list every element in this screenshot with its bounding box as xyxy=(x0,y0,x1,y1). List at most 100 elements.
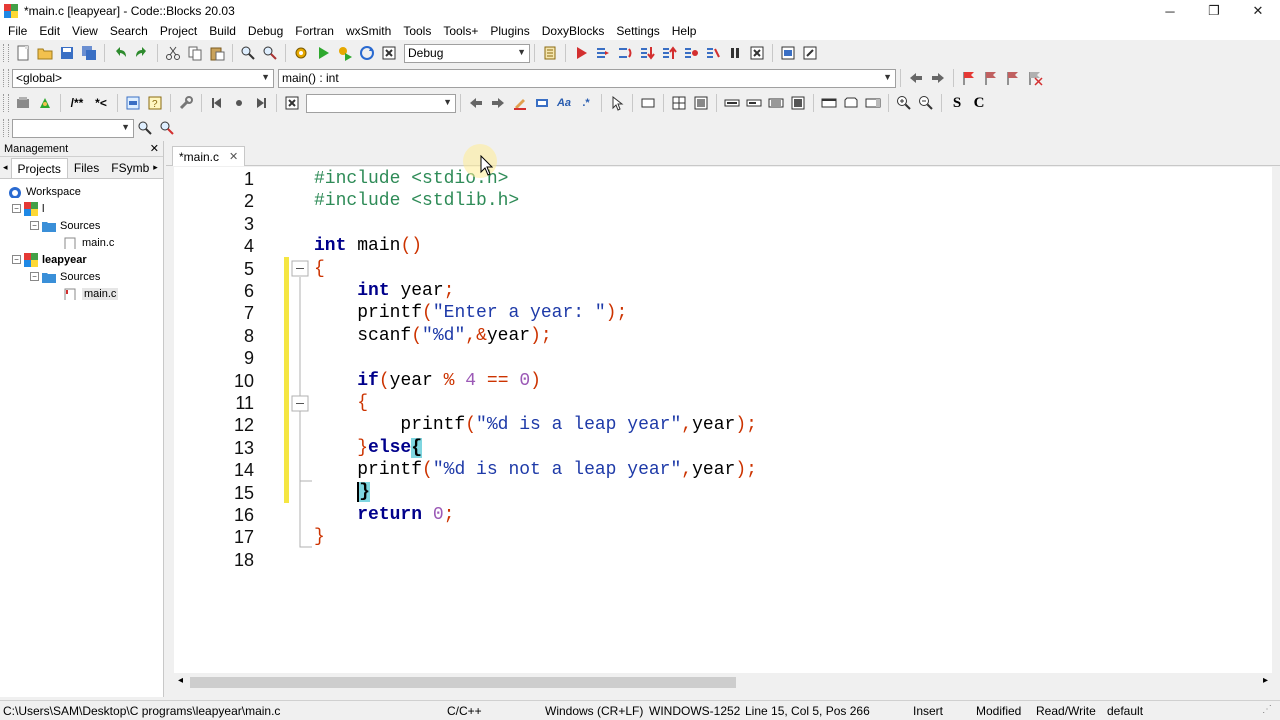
tree-file-main-leapyear[interactable]: main.c xyxy=(0,285,163,302)
save-icon[interactable] xyxy=(57,43,77,63)
scroll-right-icon[interactable]: ▸ xyxy=(1263,675,1268,686)
code-line[interactable]: #include <stdlib.h> xyxy=(314,190,757,212)
wx-button-icon[interactable] xyxy=(722,93,742,113)
tree-project-leapyear[interactable]: − leapyear xyxy=(0,251,163,268)
cut-icon[interactable] xyxy=(163,43,183,63)
save-all-icon[interactable] xyxy=(79,43,99,63)
menu-tools-plus[interactable]: Tools+ xyxy=(437,22,484,40)
replace-icon[interactable] xyxy=(260,43,280,63)
record-dot-icon[interactable] xyxy=(229,93,249,113)
tree-project-l[interactable]: − l xyxy=(0,200,163,217)
wx-textctrl-icon[interactable] xyxy=(744,93,764,113)
step-forward-icon[interactable] xyxy=(251,93,271,113)
toolbar-grip[interactable] xyxy=(3,44,9,62)
code-line[interactable]: printf("Enter a year: "); xyxy=(314,302,757,324)
next-instruction-icon[interactable] xyxy=(681,43,701,63)
clear-bookmarks-icon[interactable] xyxy=(1025,68,1045,88)
wx-dialog-icon[interactable] xyxy=(841,93,861,113)
tab-fsymbols[interactable]: FSymb xyxy=(105,158,151,178)
various-info-icon[interactable] xyxy=(800,43,820,63)
next-line-icon[interactable] xyxy=(615,43,635,63)
toolbar-grip[interactable] xyxy=(3,94,9,112)
stop-search-icon[interactable] xyxy=(282,93,302,113)
wx-grid-sizer-icon[interactable] xyxy=(669,93,689,113)
toggle-bookmark-icon[interactable] xyxy=(959,68,979,88)
block-comment-icon[interactable]: /** xyxy=(66,93,88,113)
search-previous-icon[interactable] xyxy=(466,93,486,113)
selected-text-only-icon[interactable] xyxy=(532,93,552,113)
menu-file[interactable]: File xyxy=(2,22,33,40)
code-line[interactable]: printf("%d is a leap year",year); xyxy=(314,414,757,436)
menu-project[interactable]: Project xyxy=(154,22,203,40)
run-to-cursor-icon[interactable] xyxy=(593,43,613,63)
next-bookmark-icon[interactable] xyxy=(1003,68,1023,88)
uppercase-s-icon[interactable]: S xyxy=(947,93,967,113)
collapse-icon[interactable]: − xyxy=(12,255,21,264)
wx-scrolled-icon[interactable] xyxy=(863,93,883,113)
build-target-select[interactable]: Debug ▼ xyxy=(404,43,530,63)
tree-sources-l[interactable]: − Sources xyxy=(0,217,163,234)
resize-grip-icon[interactable]: ⋰ xyxy=(1262,704,1272,715)
line-comment-icon[interactable]: *< xyxy=(90,93,112,113)
previous-bookmark-icon[interactable] xyxy=(981,68,1001,88)
close-button[interactable]: ✕ xyxy=(1236,0,1280,22)
search-next-icon[interactable] xyxy=(488,93,508,113)
step-into-icon[interactable] xyxy=(637,43,657,63)
code-line[interactable]: int year; xyxy=(314,280,757,302)
jump-back-icon[interactable] xyxy=(906,68,926,88)
scope-select[interactable]: <global> ▼ xyxy=(12,68,274,88)
code-line[interactable]: return 0; xyxy=(314,504,757,526)
redo-icon[interactable] xyxy=(132,43,152,63)
collapse-icon[interactable]: − xyxy=(12,204,21,213)
scroll-left-icon[interactable]: ◂ xyxy=(178,675,183,686)
zoom-in-icon[interactable] xyxy=(894,93,914,113)
menu-plugins[interactable]: Plugins xyxy=(484,22,535,40)
code-line[interactable]: int main() xyxy=(314,235,757,257)
open-file-icon[interactable] xyxy=(35,43,55,63)
regex-icon[interactable]: .* xyxy=(576,93,596,113)
paste-icon[interactable] xyxy=(207,43,227,63)
menu-debug[interactable]: Debug xyxy=(242,22,289,40)
tab-files[interactable]: Files xyxy=(68,158,105,178)
code-line[interactable]: }else{ xyxy=(314,437,757,459)
highlight-icon[interactable] xyxy=(510,93,530,113)
search-symbols-icon[interactable] xyxy=(135,118,155,138)
menu-doxyblocks[interactable]: DoxyBlocks xyxy=(536,22,611,40)
wrench-icon[interactable] xyxy=(176,93,196,113)
build-icon[interactable] xyxy=(291,43,311,63)
horizontal-scrollbar[interactable]: ◂ ▸ xyxy=(174,673,1272,691)
code-line[interactable] xyxy=(314,213,757,235)
minimize-button[interactable]: ─ xyxy=(1148,0,1192,22)
display-chm-icon[interactable]: ? xyxy=(145,93,165,113)
run-icon[interactable] xyxy=(313,43,333,63)
menu-build[interactable]: Build xyxy=(203,22,242,40)
editor-tab-close-button[interactable]: ✕ xyxy=(229,150,238,163)
collapse-icon[interactable]: − xyxy=(30,272,39,281)
collapse-icon[interactable]: − xyxy=(30,221,39,230)
toolbar-grip[interactable] xyxy=(3,119,9,137)
code-line[interactable]: scanf("%d",&year); xyxy=(314,325,757,347)
code-line[interactable] xyxy=(314,347,757,369)
step-back-icon[interactable] xyxy=(207,93,227,113)
code-line[interactable]: if(year % 4 == 0) xyxy=(314,370,757,392)
tree-workspace[interactable]: Workspace xyxy=(0,183,163,200)
wx-statictext-icon[interactable] xyxy=(766,93,786,113)
wx-panel-icon[interactable] xyxy=(638,93,658,113)
pointer-icon[interactable] xyxy=(607,93,627,113)
zoom-out-icon[interactable] xyxy=(916,93,936,113)
stop-debugger-icon[interactable] xyxy=(747,43,767,63)
new-file-icon[interactable] xyxy=(13,43,33,63)
build-and-run-icon[interactable] xyxy=(335,43,355,63)
editor-tab-main-c[interactable]: *main.c ✕ xyxy=(172,146,246,166)
management-close-button[interactable]: ✕ xyxy=(150,142,159,155)
menu-view[interactable]: View xyxy=(66,22,104,40)
function-select[interactable]: main() : int ▼ xyxy=(278,68,896,88)
step-into-instruction-icon[interactable] xyxy=(703,43,723,63)
step-out-icon[interactable] xyxy=(659,43,679,63)
menu-wxsmith[interactable]: wxSmith xyxy=(340,22,397,40)
code-text[interactable]: #include <stdio.h> #include <stdlib.h> in… xyxy=(314,168,757,571)
wx-frame-icon[interactable] xyxy=(819,93,839,113)
debug-start-icon[interactable] xyxy=(571,43,591,63)
break-debugger-icon[interactable] xyxy=(725,43,745,63)
jump-select[interactable]: ▼ xyxy=(12,118,134,138)
